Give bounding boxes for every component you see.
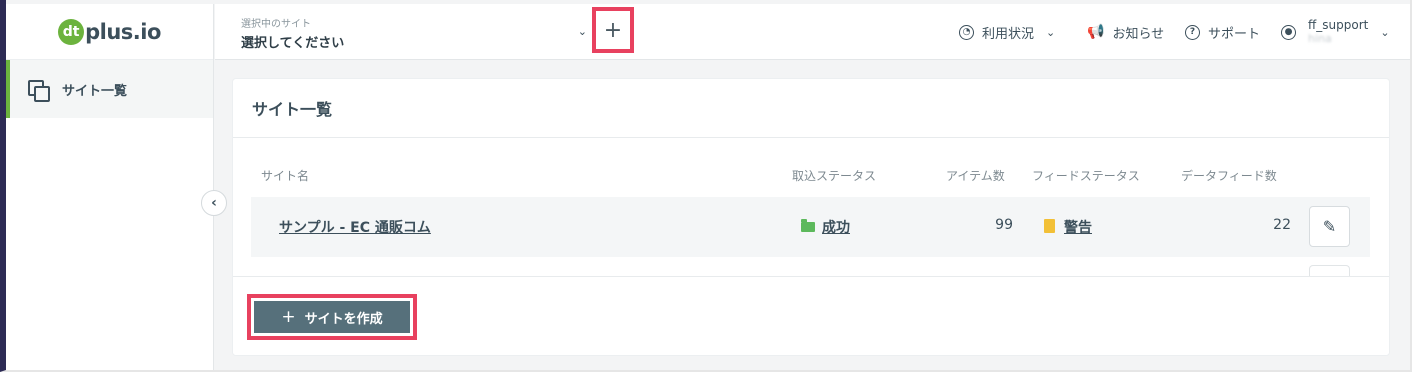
feed-count: 22 bbox=[1273, 217, 1291, 233]
site-name-link[interactable]: サンプル - EC 通販コム bbox=[279, 217, 431, 237]
top-header: 選択中のサイト 選択してください ⌄ + ◔ 利用状況 ⌄ 📢 お知らせ ? サ… bbox=[215, 4, 1410, 60]
plus-icon: + bbox=[603, 17, 623, 43]
sidebar-collapse-button[interactable]: ‹ bbox=[201, 190, 227, 216]
site-selector-value: 選択してください bbox=[241, 36, 345, 51]
megaphone-icon: 📢 bbox=[1087, 24, 1105, 40]
chevron-down-icon: ⌄ bbox=[1046, 25, 1056, 39]
help-icon: ? bbox=[1185, 24, 1200, 40]
nav-usage-label: 利用状況 bbox=[982, 26, 1035, 42]
site-selector-caption: 選択中のサイト bbox=[241, 19, 311, 30]
table-header: サイト名 取込ステータス アイテム数 フィードステータス データフィード数 bbox=[233, 167, 1389, 187]
import-status-link[interactable]: 成功 bbox=[801, 217, 850, 237]
logo-text: plus.io bbox=[85, 19, 161, 44]
item-count: 99 bbox=[995, 217, 1013, 233]
plus-icon: + bbox=[281, 307, 296, 327]
sidebar: dt plus.io サイト一覧 bbox=[6, 4, 214, 370]
import-status-text: 成功 bbox=[822, 220, 850, 236]
logo-mark: dt bbox=[58, 18, 85, 45]
site-selector[interactable]: 選択中のサイト 選択してください ⌄ bbox=[241, 15, 587, 51]
add-site-button[interactable]: + bbox=[592, 7, 634, 53]
user-sub: hina bbox=[1308, 32, 1332, 45]
create-site-label: サイトを作成 bbox=[304, 311, 383, 327]
sidebar-item-label: サイト一覧 bbox=[62, 83, 128, 99]
page-title: サイト一覧 bbox=[233, 79, 1389, 138]
table-row: サンプル - EC 通販コム 成功 99 警告 22 ✎ bbox=[251, 197, 1370, 257]
user-menu[interactable]: ● ff_support hina ⌄ bbox=[1281, 4, 1390, 60]
copy-icon bbox=[28, 80, 50, 102]
edit-button[interactable]: ✎ bbox=[1309, 206, 1350, 247]
nav-support-label: サポート bbox=[1208, 26, 1261, 42]
col-feed-status: フィードステータス bbox=[1032, 169, 1140, 183]
document-icon bbox=[1044, 219, 1055, 233]
chevron-down-icon: ⌄ bbox=[577, 25, 587, 38]
col-feed-count: データフィード数 bbox=[1181, 169, 1277, 183]
col-import-status: 取込ステータス bbox=[792, 169, 877, 183]
col-item-count: アイテム数 bbox=[946, 169, 1005, 183]
feed-status-text: 警告 bbox=[1064, 220, 1092, 236]
feed-status-link[interactable]: 警告 bbox=[1044, 217, 1092, 237]
chevron-down-icon: ⌄ bbox=[1380, 25, 1390, 39]
nav-news[interactable]: 📢 お知らせ bbox=[1087, 4, 1164, 60]
site-list-card: サイト一覧 サイト名 取込ステータス アイテム数 フィードステータス データフィ… bbox=[233, 79, 1389, 355]
folder-icon bbox=[801, 219, 815, 232]
logo[interactable]: dt plus.io bbox=[6, 4, 213, 60]
nav-support[interactable]: ? サポート bbox=[1185, 4, 1260, 60]
card-footer: + サイトを作成 bbox=[233, 276, 1389, 355]
pencil-icon: ✎ bbox=[1322, 217, 1337, 236]
nav-news-label: お知らせ bbox=[1112, 26, 1165, 42]
nav-usage[interactable]: ◔ 利用状況 ⌄ bbox=[959, 4, 1055, 60]
user-icon: ● bbox=[1281, 24, 1296, 40]
create-site-highlight: + サイトを作成 bbox=[247, 294, 417, 340]
sidebar-item-site-list[interactable]: サイト一覧 bbox=[6, 60, 213, 118]
chevron-left-icon: ‹ bbox=[211, 195, 217, 211]
gauge-icon: ◔ bbox=[959, 24, 974, 40]
col-site-name: サイト名 bbox=[261, 169, 310, 183]
user-name: ff_support bbox=[1308, 18, 1369, 32]
create-site-button[interactable]: + サイトを作成 bbox=[254, 301, 410, 333]
